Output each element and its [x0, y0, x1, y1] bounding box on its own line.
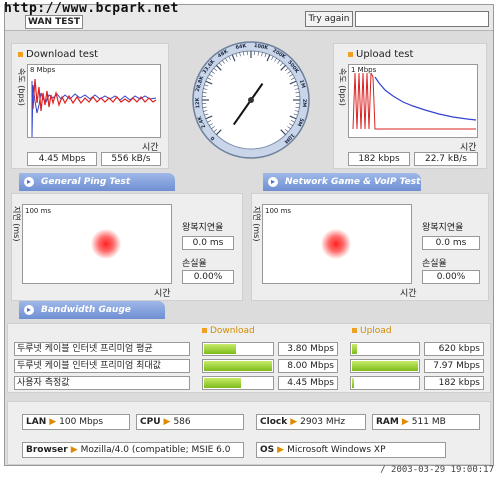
spec-cpu: CPU ▶ 586	[136, 414, 244, 430]
ping-right-xlabel: 시간	[400, 289, 417, 299]
bandwidth-gauge-tab[interactable]: ▸ Bandwidth Gauge	[19, 301, 165, 319]
ping-right-scale: 100 ms	[265, 207, 292, 215]
ping-left-ylabel: 지연 (ms)	[12, 206, 21, 242]
bandwidth-row-label: 사용자 측정값	[14, 376, 190, 390]
bandwidth-download-fill	[204, 378, 241, 388]
ping-left-scale: 100 ms	[25, 207, 52, 215]
general-ping-tab[interactable]: ▸ General Ping Test	[19, 173, 175, 191]
ping-left-loss-label: 손실율	[182, 259, 207, 269]
gauge-tick-label: 2M	[301, 98, 308, 108]
spec-lan: LAN ▶ 100 Mbps	[22, 414, 130, 430]
download-Bps: 556 kB/s	[101, 152, 161, 166]
try-again-button[interactable]: Try again	[305, 11, 353, 27]
specs-panel: LAN ▶ 100 Mbps CPU ▶ 586 Clock ▶ 2903 MHz RAM ▶…	[7, 401, 491, 465]
bandwidth-row-label: 두루넷 케이블 인터넷 프리미엄 최대값	[14, 359, 190, 373]
ping-left-indicator	[91, 229, 121, 259]
upload-graph: 1 Mbps	[348, 64, 478, 138]
bandwidth-upload-bar	[350, 376, 420, 390]
ping-left-loss-value: 0.00%	[182, 270, 234, 284]
try-again-input[interactable]	[355, 11, 489, 27]
bandwidth-download-bar	[202, 342, 274, 356]
ping-right-panel: 지연 (ms) 100 ms 시간 왕복지연율 0.0 ms 손실율 0.00%	[251, 193, 489, 301]
bandwidth-upload-bar	[350, 342, 420, 356]
bandwidth-download-bar	[202, 359, 274, 373]
timestamp-watermark: / 2003-03-29 19:00:17	[380, 465, 494, 475]
bandwidth-upload-value: 7.97 Mbps	[424, 359, 484, 373]
download-title: Download test	[18, 49, 98, 60]
site-watermark: http://www.bcpark.net	[4, 1, 179, 16]
bandwidth-download-bar	[202, 376, 274, 390]
ping-left-rtt-label: 왕복지연율	[182, 223, 224, 233]
ping-right-loss-value: 0.00%	[422, 270, 480, 284]
ping-left-xlabel: 시간	[154, 289, 171, 299]
game-voip-tab[interactable]: ▸ Network Game & VoIP Test	[263, 173, 421, 191]
bandwidth-download-value: 3.80 Mbps	[278, 342, 338, 356]
bandwidth-upload-head: Upload	[352, 326, 392, 336]
ping-right-rtt-label: 왕복지연율	[422, 223, 464, 233]
upload-panel: Upload test 속도 (bps) 1 Mbps 시간 182 kbps …	[333, 43, 487, 169]
upload-bps: 182 kbps	[348, 152, 410, 166]
upload-title: Upload test	[348, 49, 413, 60]
bandwidth-download-fill	[204, 361, 272, 371]
download-graph: 8 Mbps	[27, 64, 161, 138]
bandwidth-upload-value: 620 kbps	[424, 342, 484, 356]
ping-right-indicator	[321, 229, 351, 259]
bandwidth-upload-fill	[352, 344, 357, 354]
bandwidth-upload-fill	[352, 378, 354, 388]
download-curve	[31, 78, 157, 137]
bandwidth-download-value: 4.45 Mbps	[278, 376, 338, 390]
ping-left-panel: 지연 (ms) 100 ms 시간 왕복지연율 0.0 ms 손실율 0.00%	[11, 193, 243, 301]
bandwidth-download-value: 8.00 Mbps	[278, 359, 338, 373]
bandwidth-upload-bar	[350, 359, 420, 373]
ping-right-ylabel: 지연 (ms)	[252, 206, 261, 242]
spec-ram: RAM ▶ 511 MB	[372, 414, 480, 430]
bandwidth-upload-value: 182 kbps	[424, 376, 484, 390]
bandwidth-download-head: Download	[202, 326, 255, 336]
ping-left-rtt-value: 0.0 ms	[182, 236, 234, 250]
ping-right-rtt-value: 0.0 ms	[422, 236, 480, 250]
upload-curve	[352, 72, 477, 130]
upload-ylabel: 속도 (bps)	[338, 68, 347, 106]
wan-test-tab[interactable]: WAN TEST	[25, 15, 83, 29]
gauge-tick-label: 12K	[194, 97, 201, 109]
spec-browser: Browser ▶ Mozilla/4.0 (compatible; MSIE 6.…	[22, 442, 244, 458]
spec-os: OS ▶ Microsoft Windows XP	[256, 442, 446, 458]
bandwidth-download-fill	[204, 344, 236, 354]
ping-right-graph: 100 ms	[262, 204, 412, 284]
bandwidth-row-label: 두루넷 케이블 인터넷 프리미엄 평균	[14, 342, 190, 356]
download-panel: Download test 속도 (bps) 8 Mbps 시간 4.45 Mb…	[11, 43, 169, 169]
spec-clock: Clock ▶ 2903 MHz	[256, 414, 366, 430]
upload-Bps: 22.7 kB/s	[414, 152, 478, 166]
wan-test-frame: WAN TEST Try again Download test 속도 (bps…	[4, 4, 494, 466]
bandwidth-panel: Download Upload 두루넷 케이블 인터넷 프리미엄 평균 3.80 …	[7, 323, 491, 393]
bandwidth-upload-fill	[352, 361, 418, 371]
ping-right-loss-label: 손실율	[422, 259, 447, 269]
ping-left-graph: 100 ms	[22, 204, 172, 284]
speed-gauge: 10M 5M 2M 1M 500K 200K 100K 64K 48K 33.6K 28.8K 12K…	[173, 35, 329, 165]
download-bps: 4.45 Mbps	[27, 152, 97, 166]
download-ylabel: 속도 (bps)	[17, 68, 26, 106]
